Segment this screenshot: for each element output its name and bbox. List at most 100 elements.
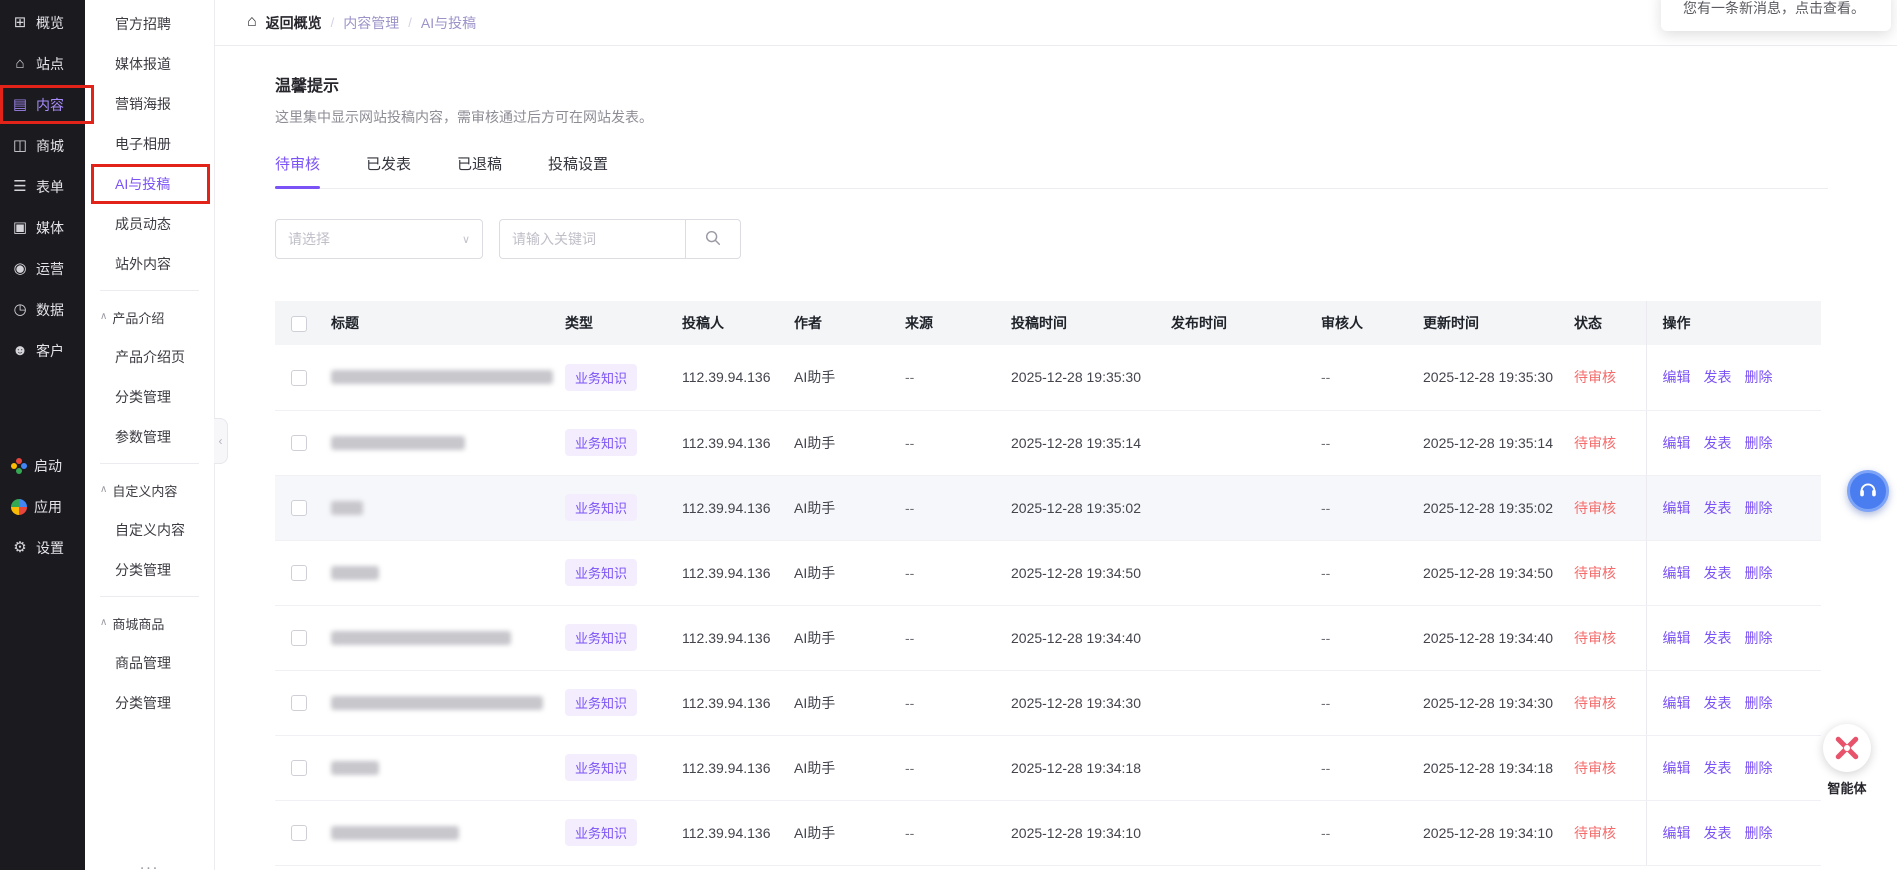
sidebar-group-mall-goods[interactable]: ∧商城商品: [85, 603, 214, 643]
publish-link[interactable]: 发表: [1704, 565, 1732, 581]
app-root: ⊞概览⌂站点▤内容◫商城☰表单▣媒体◉运营◷数据☻客户 启动应用⚙设置 官方招聘…: [0, 0, 1897, 870]
publish-link[interactable]: 发表: [1704, 369, 1732, 385]
sidebar-item-media[interactable]: ▣媒体: [0, 207, 85, 248]
sidebar-item-goods-mgmt[interactable]: 商品管理: [85, 643, 214, 683]
customer-service-bubble[interactable]: [1847, 470, 1889, 512]
edit-link[interactable]: 编辑: [1663, 369, 1691, 385]
cell-select: [275, 345, 323, 410]
row-checkbox[interactable]: [291, 500, 307, 516]
publish-link[interactable]: 发表: [1704, 500, 1732, 516]
cell-title: [323, 605, 557, 670]
edit-link[interactable]: 编辑: [1663, 500, 1691, 516]
publish-link[interactable]: 发表: [1704, 630, 1732, 646]
sidebar-item-custom-category-mgmt[interactable]: 分类管理: [85, 550, 214, 590]
sidebar-item-product-intro-page[interactable]: 产品介绍页: [85, 337, 214, 377]
sidebar-collapse-handle[interactable]: ‹: [214, 418, 228, 464]
redacted-title: [331, 826, 459, 840]
type-badge: 业务知识: [565, 364, 637, 391]
sidebar-overflow-indicator[interactable]: ...: [85, 856, 214, 870]
keyword-input[interactable]: [499, 219, 685, 259]
sidebar-group-custom-content[interactable]: ∧自定义内容: [85, 470, 214, 510]
delete-link[interactable]: 删除: [1745, 435, 1773, 451]
row-checkbox[interactable]: [291, 630, 307, 646]
sidebar-item-launch[interactable]: 启动: [0, 445, 85, 486]
sidebar-group-product-intro[interactable]: ∧产品介绍: [85, 297, 214, 337]
notification-toast[interactable]: 您有一条新消息，点击查看。: [1661, 0, 1891, 31]
delete-link[interactable]: 删除: [1745, 369, 1773, 385]
sidebar-divider: [100, 596, 199, 597]
sidebar-item-content[interactable]: ▤内容: [0, 84, 85, 125]
edit-link[interactable]: 编辑: [1663, 630, 1691, 646]
row-checkbox[interactable]: [291, 370, 307, 386]
row-checkbox[interactable]: [291, 760, 307, 776]
publish-link[interactable]: 发表: [1704, 825, 1732, 841]
sidebar-item-member-news[interactable]: 成员动态: [85, 204, 214, 244]
breadcrumb-back-link[interactable]: 返回概览: [266, 13, 322, 33]
sidebar-item-marketing-posters[interactable]: 营销海报: [85, 84, 214, 124]
sidebar-item-external-content[interactable]: 站外内容: [85, 244, 214, 284]
edit-link[interactable]: 编辑: [1663, 565, 1691, 581]
delete-link[interactable]: 删除: [1745, 565, 1773, 581]
sidebar-item-param-mgmt[interactable]: 参数管理: [85, 417, 214, 457]
main-area: ⌂ 返回概览 / 内容管理 / AI与投稿 温馨提示 这里集中显示网站投稿内容，…: [215, 0, 1897, 870]
row-checkbox[interactable]: [291, 435, 307, 451]
cell-actions: 编辑发表删除: [1646, 540, 1821, 605]
sidebar-item-apps[interactable]: 应用: [0, 486, 85, 527]
sidebar-item-official-recruit[interactable]: 官方招聘: [85, 4, 214, 44]
publish-link[interactable]: 发表: [1704, 695, 1732, 711]
select-all-checkbox[interactable]: [291, 316, 307, 332]
cell-source: --: [897, 410, 1003, 475]
sidebar-item-operations[interactable]: ◉运营: [0, 248, 85, 289]
row-checkbox[interactable]: [291, 825, 307, 841]
primary-sidebar: ⊞概览⌂站点▤内容◫商城☰表单▣媒体◉运营◷数据☻客户 启动应用⚙设置: [0, 0, 85, 870]
edit-link[interactable]: 编辑: [1663, 825, 1691, 841]
breadcrumb-separator: /: [408, 15, 412, 30]
sidebar-item-site[interactable]: ⌂站点: [0, 43, 85, 84]
sidebar-item-overview[interactable]: ⊞概览: [0, 2, 85, 43]
edit-link[interactable]: 编辑: [1663, 695, 1691, 711]
status-badge: 待审核: [1574, 500, 1616, 516]
sidebar-item-goods-category-mgmt[interactable]: 分类管理: [85, 683, 214, 723]
sidebar-item-settings[interactable]: ⚙设置: [0, 527, 85, 568]
agent-widget[interactable]: 智能体: [1819, 724, 1875, 797]
sidebar-item-forms[interactable]: ☰表单: [0, 166, 85, 207]
delete-link[interactable]: 删除: [1745, 825, 1773, 841]
tab-pending[interactable]: 待审核: [275, 153, 320, 188]
search-button[interactable]: [685, 219, 741, 259]
delete-link[interactable]: 删除: [1745, 760, 1773, 776]
edit-link[interactable]: 编辑: [1663, 760, 1691, 776]
sidebar-item-label: 设置: [36, 538, 64, 558]
sidebar-item-mall[interactable]: ◫商城: [0, 125, 85, 166]
sidebar-item-product-category-mgmt[interactable]: 分类管理: [85, 377, 214, 417]
column-header-publish-time: 发布时间: [1163, 301, 1313, 345]
sidebar-item-custom-content-item[interactable]: 自定义内容: [85, 510, 214, 550]
cell-status: 待审核: [1566, 540, 1646, 605]
sidebar-item-ai-submissions[interactable]: AI与投稿: [85, 164, 214, 204]
breadcrumb-item-ai-submissions[interactable]: AI与投稿: [421, 13, 476, 33]
sidebar-item-e-albums[interactable]: 电子相册: [85, 124, 214, 164]
cell-submit-time: 2025-12-28 19:34:40: [1003, 605, 1163, 670]
edit-link[interactable]: 编辑: [1663, 435, 1691, 451]
sidebar-item-data[interactable]: ◷数据: [0, 289, 85, 330]
breadcrumb-item-content-mgmt[interactable]: 内容管理: [343, 13, 399, 33]
search-group: [499, 219, 741, 259]
tab-published[interactable]: 已发表: [366, 153, 411, 188]
publish-link[interactable]: 发表: [1704, 760, 1732, 776]
row-checkbox[interactable]: [291, 695, 307, 711]
form-icon: ☰: [11, 179, 29, 194]
delete-link[interactable]: 删除: [1745, 630, 1773, 646]
publish-link[interactable]: 发表: [1704, 435, 1732, 451]
sidebar-item-customers[interactable]: ☻客户: [0, 330, 85, 371]
sidebar-item-media-reports[interactable]: 媒体报道: [85, 44, 214, 84]
row-checkbox[interactable]: [291, 565, 307, 581]
filter-bar: 请选择 ∨: [275, 219, 1897, 259]
delete-link[interactable]: 删除: [1745, 500, 1773, 516]
cell-title: [323, 800, 557, 865]
delete-link[interactable]: 删除: [1745, 695, 1773, 711]
sidebar-item-label: 概览: [36, 13, 64, 33]
tab-rejected[interactable]: 已退稿: [457, 153, 502, 188]
cell-actions: 编辑发表删除: [1646, 670, 1821, 735]
type-select[interactable]: 请选择 ∨: [275, 219, 483, 259]
tab-submission-settings[interactable]: 投稿设置: [548, 153, 608, 188]
cell-publish-time: [1163, 605, 1313, 670]
